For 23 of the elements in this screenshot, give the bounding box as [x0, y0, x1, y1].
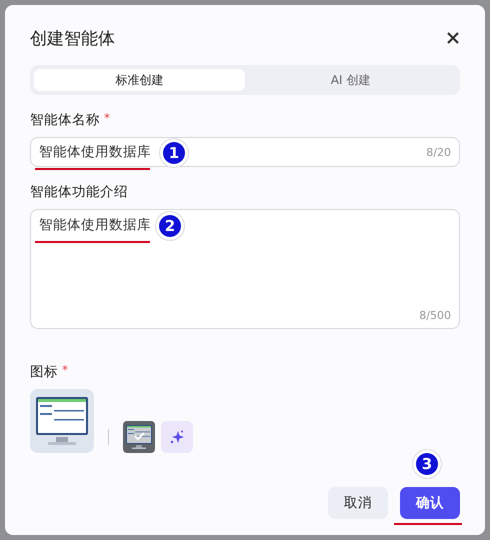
field-value: 智能体使用数据库 — [39, 216, 151, 234]
character-counter: 8/20 — [426, 146, 451, 158]
required-asterisk: * — [104, 111, 110, 125]
field-label: 图标 — [30, 363, 58, 381]
step-number-badge: 3 — [416, 453, 438, 475]
character-counter: 8/500 — [419, 309, 451, 322]
name-field[interactable]: 智能体使用数据库 1 8/20 — [30, 137, 460, 167]
close-icon[interactable] — [446, 31, 460, 45]
sparkle-icon[interactable] — [161, 421, 193, 453]
cancel-button[interactable]: 取消 — [328, 487, 388, 519]
required-asterisk: * — [62, 363, 68, 377]
annotation-underline — [394, 523, 462, 525]
field-label: 智能体功能介绍 — [30, 183, 128, 201]
monitor-icon[interactable] — [30, 389, 94, 453]
description-field[interactable]: 智能体使用数据库 2 8/500 — [30, 209, 460, 329]
tab[interactable]: AI 创建 — [245, 69, 456, 91]
field-label: 智能体名称 — [30, 111, 100, 129]
tab[interactable]: 标准创建 — [34, 69, 245, 91]
monitor-check-icon[interactable] — [123, 421, 155, 453]
field-value: 智能体使用数据库 — [39, 143, 151, 161]
step-number-badge: 2 — [159, 215, 181, 237]
dialog-title: 创建智能体 — [30, 28, 115, 50]
step-number-badge: 1 — [163, 142, 185, 164]
